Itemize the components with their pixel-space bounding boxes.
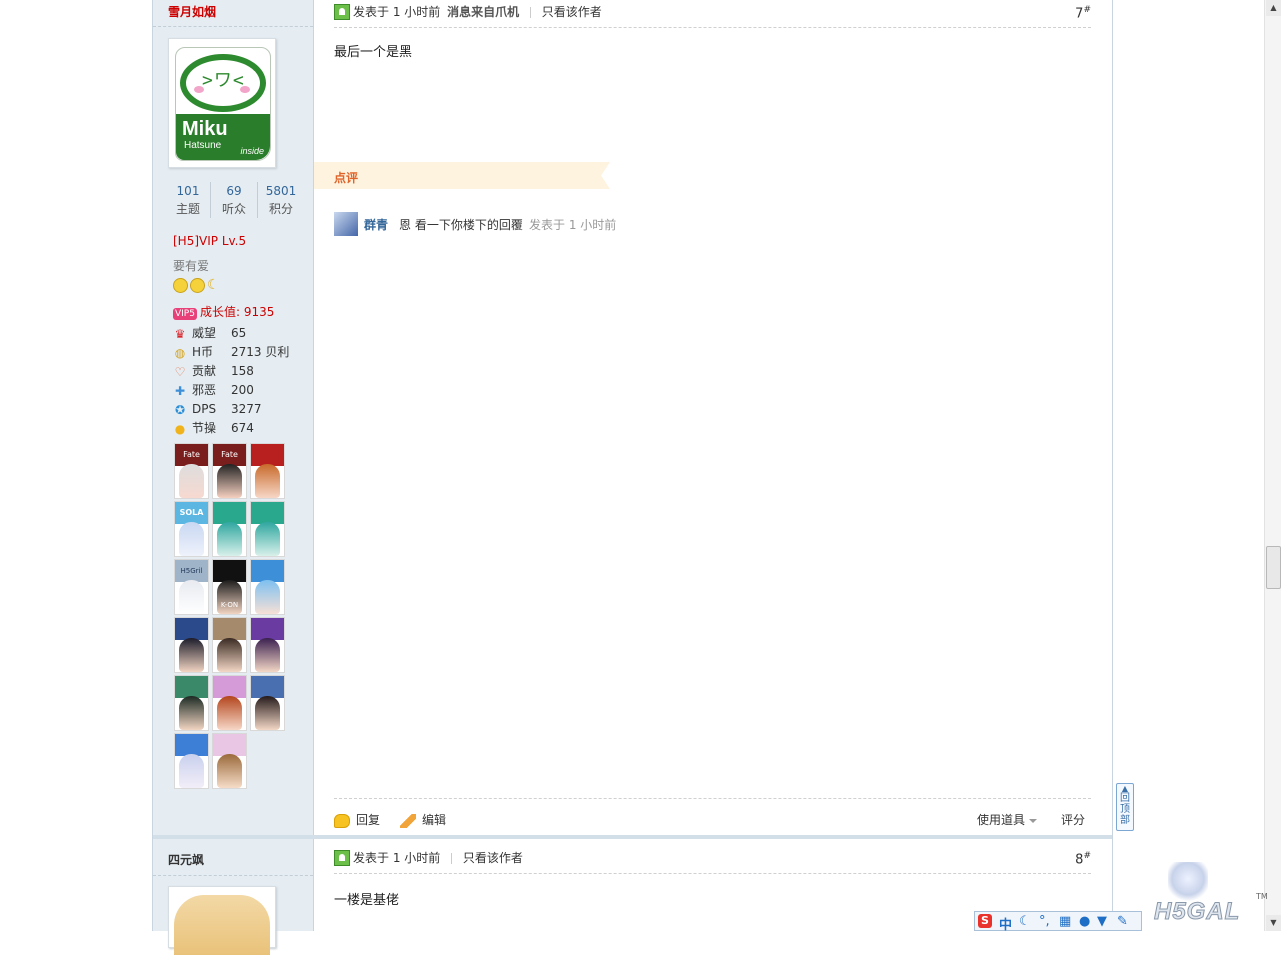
attr-contribution: ♡ 贡献 158 [174, 364, 254, 379]
avatar[interactable]: >ワ< Miku Hatsune inside [168, 38, 276, 168]
moon-icon[interactable]: ☾ [1019, 914, 1031, 929]
medal-cirno[interactable] [250, 559, 285, 615]
scroll-thumb[interactable] [1266, 546, 1281, 589]
divider [153, 26, 313, 27]
attr-hcoin: ◍ H币 2713 贝利 [174, 345, 290, 360]
medal-h5gril[interactable]: H5Gril [174, 559, 209, 615]
arrow-up-icon: ▲ [1121, 784, 1129, 793]
medal-snowflake[interactable] [212, 733, 247, 789]
post-8: 四元飒 发表于 1 小时前 只看该作者 8# 一楼是基佬 [153, 839, 1112, 955]
only-author-link[interactable]: 只看该作者 [542, 5, 602, 19]
vip-level[interactable]: [H5]VIP Lv.5 [173, 234, 246, 248]
commenter-avatar[interactable] [334, 212, 358, 236]
medal-green[interactable] [174, 675, 209, 731]
post-content: 一楼是基佬 [334, 893, 400, 908]
edit-button[interactable]: 编辑 [400, 811, 446, 828]
ime-toolbar[interactable]: S 中 ☾ °, ▦ ● ▼ ✎ [974, 911, 1142, 933]
scroll-up-icon[interactable]: ▲ [1266, 0, 1281, 16]
comment-text: 恩 看一下你楼下的回覆 [399, 218, 523, 232]
online-status-icons: ☾ [173, 278, 220, 293]
smiley-icon [173, 278, 188, 293]
online-user-icon [334, 850, 350, 866]
commenter-name[interactable]: 群青 [364, 216, 388, 233]
smiley-icon [190, 278, 205, 293]
medal-blue-badge[interactable] [250, 675, 285, 731]
avatar[interactable] [168, 886, 276, 955]
user-icon[interactable]: ● [1079, 914, 1090, 929]
page-scrollbar[interactable]: ▲ ▼ [1264, 0, 1281, 931]
author-sidebar: 四元飒 [153, 839, 314, 955]
medal-sola[interactable]: SOLA [174, 501, 209, 557]
user-motto: 要有爱 [173, 259, 210, 273]
medal-purple[interactable] [250, 617, 285, 673]
post-body: 发表于 1 小时前 消息来自爪机 只看该作者 7# 最后一个是黑 点评 群青 恩… [314, 0, 1112, 835]
forum-thread: 雪月如烟 >ワ< Miku Hatsune inside 101 主题 69 听… [152, 0, 1113, 955]
divider [153, 875, 313, 876]
vip-badge-icon: VIP5 [173, 308, 197, 320]
medal-miku-1[interactable] [212, 501, 247, 557]
author-attributes: ♛ 威望 65 ◍ H币 2713 贝利 ♡ 贡献 158 ✚ 邪恶 200 ✪ D [173, 324, 303, 438]
attr-evil: ✚ 邪恶 200 [174, 383, 254, 398]
stat-points[interactable]: 5801 积分 [257, 182, 304, 218]
coin-icon: ◍ [174, 346, 186, 360]
author-sidebar: 雪月如烟 >ワ< Miku Hatsune inside 101 主题 69 听… [153, 0, 314, 835]
medal-miku-2[interactable] [250, 501, 285, 557]
stat-threads[interactable]: 101 主题 [165, 182, 211, 218]
stat-followers[interactable]: 69 听众 [210, 182, 257, 218]
floor-number[interactable]: 7# [1075, 5, 1091, 21]
post-header: 发表于 1 小时前 消息来自爪机 只看该作者 7# [334, 0, 1091, 28]
site-logo: H5GAL TM [1150, 862, 1268, 926]
comment-tab-label: 点评 [334, 171, 359, 185]
use-item-dropdown[interactable]: 使用道具 [977, 811, 1037, 828]
medal-bear[interactable] [212, 617, 247, 673]
pencil-icon [400, 813, 416, 828]
ime-mode-toggle[interactable]: 中 [999, 914, 1012, 933]
reply-button[interactable]: 回复 [334, 811, 380, 828]
post-header: 发表于 1 小时前 只看该作者 8# [334, 846, 1091, 874]
medal-red-ribbon[interactable] [250, 443, 285, 499]
medal-fate-1[interactable]: Fate [174, 443, 209, 499]
online-user-icon [334, 4, 350, 20]
scroll-down-icon[interactable]: ▼ [1266, 915, 1281, 931]
medal-wings[interactable] [174, 617, 209, 673]
post-content: 最后一个是黑 [334, 45, 413, 60]
back-to-top-button[interactable]: ▲ 回顶部 [1116, 783, 1134, 831]
sogou-icon[interactable]: S [978, 914, 992, 928]
post-7: 雪月如烟 >ワ< Miku Hatsune inside 101 主题 69 听… [153, 0, 1112, 835]
crown-icon: ♛ [174, 327, 186, 341]
speech-bubble-icon [334, 813, 350, 828]
attr-integrity: ● 节操 674 [174, 421, 254, 436]
moon-icon: ☾ [207, 277, 220, 293]
medal-fate-2[interactable]: Fate [212, 443, 247, 499]
attr-dps: ✪ DPS 3277 [174, 402, 262, 417]
avatar-image [174, 895, 270, 955]
medal-kon[interactable]: K-ON [212, 559, 247, 615]
star-icon: ✪ [174, 403, 186, 417]
bulb-icon: ● [174, 422, 186, 436]
skin-icon[interactable]: ▼ [1097, 914, 1107, 929]
medal-ribbon-blue[interactable] [174, 733, 209, 789]
only-author-link[interactable]: 只看该作者 [463, 851, 523, 865]
keyboard-icon[interactable]: ▦ [1059, 914, 1071, 929]
author-stats: 101 主题 69 听众 5801 积分 [165, 182, 305, 218]
post-actions: 回复 编辑 使用道具 评分 [334, 798, 1091, 833]
punctuation-icon[interactable]: °, [1039, 914, 1050, 929]
chevron-down-icon [1029, 818, 1037, 823]
growth-value: VIP5 成长值: 9135 [173, 305, 275, 320]
wrench-icon[interactable]: ✎ [1117, 914, 1128, 929]
post-time: 发表于 1 小时前 [353, 851, 441, 865]
attr-prestige: ♛ 威望 65 [174, 326, 247, 341]
rate-button[interactable]: 评分 [1061, 811, 1085, 828]
heart-icon: ♡ [174, 365, 186, 379]
author-name[interactable]: 四元飒 [168, 851, 204, 868]
post-time: 发表于 1 小时前 [353, 5, 441, 19]
comment-tab: 点评 [314, 162, 610, 189]
puzzle-icon: ✚ [174, 384, 186, 398]
post-source: 消息来自爪机 [447, 5, 520, 19]
miku-logo-image: >ワ< Miku Hatsune inside [175, 47, 271, 161]
comment-time: 发表于 1 小时前 [529, 218, 617, 232]
author-name[interactable]: 雪月如烟 [168, 3, 216, 20]
medal-pink[interactable] [212, 675, 247, 731]
floor-number[interactable]: 8# [1075, 851, 1091, 867]
